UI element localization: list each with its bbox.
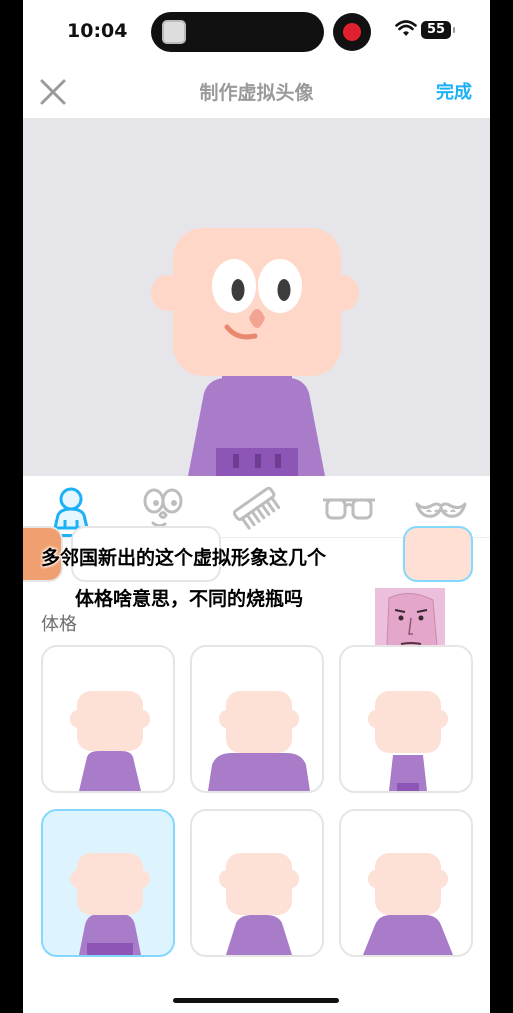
body-broad-icon: [208, 691, 310, 791]
battery-icon: 55: [421, 21, 455, 39]
status-bar: 10:04 55: [23, 0, 490, 62]
body-slim-icon: [368, 691, 448, 791]
body-round-icon: [219, 853, 299, 955]
body-option-wide[interactable]: [339, 809, 473, 957]
avatar-preview: [23, 118, 490, 476]
done-button[interactable]: 完成: [436, 78, 472, 104]
body-default-icon: [70, 853, 150, 955]
dynamic-island: [151, 12, 324, 52]
body-wide-icon: [363, 853, 453, 955]
body-option-narrow[interactable]: [41, 645, 175, 793]
body-narrow-icon: [70, 691, 150, 791]
body-option-broad[interactable]: [190, 645, 324, 793]
screen-recording-icon: [333, 13, 371, 51]
comb-icon[interactable]: [229, 482, 285, 534]
nav-bar: 制作虚拟头像 完成: [23, 62, 490, 118]
phone-screen: 10:04 55 制作虚拟头像 完成 多邻国新出的这个虚拟形象这几个 体格啥意思…: [23, 0, 490, 1013]
caption-line-1: 多邻国新出的这个虚拟形象这几个: [41, 547, 327, 569]
body-option-round[interactable]: [190, 809, 324, 957]
body-option-slim[interactable]: [339, 645, 473, 793]
status-time: 10:04: [67, 20, 128, 42]
section-label: 体格: [41, 614, 77, 635]
island-thumbnail: [162, 20, 186, 44]
glasses-icon[interactable]: [321, 482, 377, 534]
avatar-figure: [151, 228, 359, 476]
wifi-icon: [395, 20, 417, 36]
home-indicator[interactable]: [173, 998, 339, 1003]
body-option-default[interactable]: [41, 809, 175, 957]
page-title: 制作虚拟头像: [199, 82, 314, 104]
